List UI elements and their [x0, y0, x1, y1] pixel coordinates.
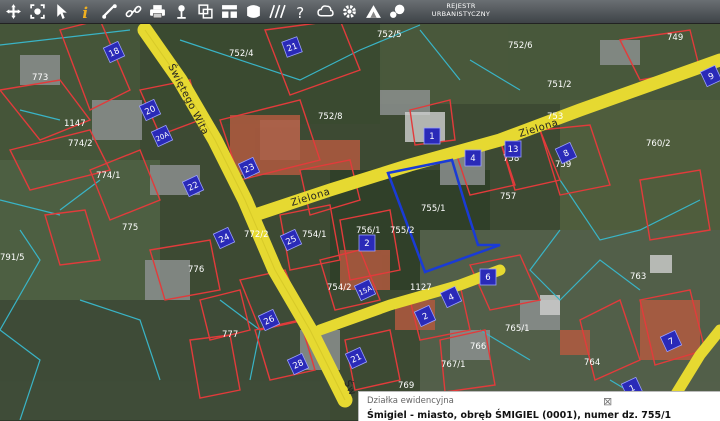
rejestr-line1: REJESTR — [446, 2, 476, 10]
comment-icon[interactable] — [386, 1, 408, 23]
parcel-label: 754/2 — [327, 283, 352, 293]
parcel-label: 753 — [547, 112, 563, 122]
parcel-label: 769 — [398, 381, 414, 391]
parcel-label: 752/5 — [377, 30, 402, 40]
parcel-label: 755/2 — [390, 226, 415, 236]
house-number-badge: 2 — [358, 234, 376, 252]
parcel-label: 1127 — [410, 283, 432, 293]
parcel-label: 754/1 — [302, 230, 327, 240]
rejestr-line2: URBANISTYCZNY — [431, 10, 491, 18]
link-icon[interactable] — [122, 1, 144, 23]
print-icon[interactable] — [146, 1, 168, 23]
parcel-label: 774/1 — [96, 171, 121, 181]
parcel-label: 773 — [32, 73, 48, 83]
parcel-label: 774/2 — [68, 139, 93, 149]
orthophoto-map[interactable]: Świętego Wita Zielona Zielona Św 773 114… — [0, 0, 720, 420]
svg-text:?: ? — [296, 4, 304, 20]
house-number-badge: 4 — [464, 149, 482, 167]
parcel-label: 764 — [584, 358, 600, 368]
parcel-label: 765/1 — [505, 324, 530, 334]
close-icon[interactable]: ⊠ — [603, 395, 612, 408]
parcel-label: 772/2 — [244, 230, 269, 240]
help-icon[interactable]: ? — [290, 1, 312, 23]
map-toolbar: i ? REJESTR URBANISTYCZNY — [0, 0, 720, 24]
parcel-label: 760/2 — [646, 139, 671, 149]
parcel-label: 752/4 — [229, 49, 254, 59]
parcel-label: 752/8 — [318, 112, 343, 122]
terrain-icon[interactable] — [362, 1, 384, 23]
svg-text:2: 2 — [364, 239, 369, 249]
popup-title: Działka ewidencyjna — [367, 396, 454, 406]
info-icon[interactable]: i — [74, 1, 96, 23]
house-number-badge: 6 — [479, 268, 497, 286]
layout-icon[interactable] — [218, 1, 240, 23]
svg-text:i: i — [82, 4, 88, 20]
parcel-label: 756/1 — [356, 226, 381, 236]
copy-icon[interactable] — [194, 1, 216, 23]
parcel-label: 757 — [500, 192, 516, 202]
parcel-label: 775 — [122, 223, 138, 233]
parcel-label: 752/6 — [508, 41, 533, 51]
cloud-icon[interactable] — [314, 1, 336, 23]
shape-icon[interactable] — [242, 1, 264, 23]
house-number-badge: 13 — [504, 140, 522, 158]
rejestr-urbanistyczny-button[interactable]: REJESTR URBANISTYCZNY — [418, 2, 504, 22]
svg-text:1: 1 — [429, 132, 434, 142]
parcel-info-popup: Działka ewidencyjna ⊠ Śmigiel - miasto, … — [358, 391, 720, 421]
gear-icon[interactable] — [338, 1, 360, 23]
house-number-badge: 1 — [423, 127, 441, 145]
measure-icon[interactable] — [98, 1, 120, 23]
popup-parcel-description: Śmigiel - miasto, obręb ŚMIGIEL (0001), … — [367, 410, 672, 421]
svg-text:13: 13 — [508, 145, 519, 155]
parcel-label: 767/1 — [441, 360, 466, 370]
parcel-label: 777 — [222, 330, 238, 340]
locate-icon[interactable] — [170, 1, 192, 23]
parcel-label: 763 — [630, 272, 646, 282]
zoom-extent-icon[interactable] — [26, 1, 48, 23]
parcel-label: 776 — [188, 265, 204, 275]
hatch-icon[interactable] — [266, 1, 288, 23]
parcel-label: 755/1 — [421, 204, 446, 214]
parcel-label: 1147 — [64, 119, 86, 129]
parcel-label: 751/2 — [547, 80, 572, 90]
svg-text:4: 4 — [470, 154, 475, 164]
cursor-icon[interactable] — [50, 1, 72, 23]
parcel-label: 766 — [470, 342, 486, 352]
parcel-label: 749 — [667, 33, 683, 43]
svg-text:6: 6 — [485, 273, 490, 283]
pan-icon[interactable] — [2, 1, 24, 23]
parcel-label: 791/5 — [0, 253, 25, 263]
